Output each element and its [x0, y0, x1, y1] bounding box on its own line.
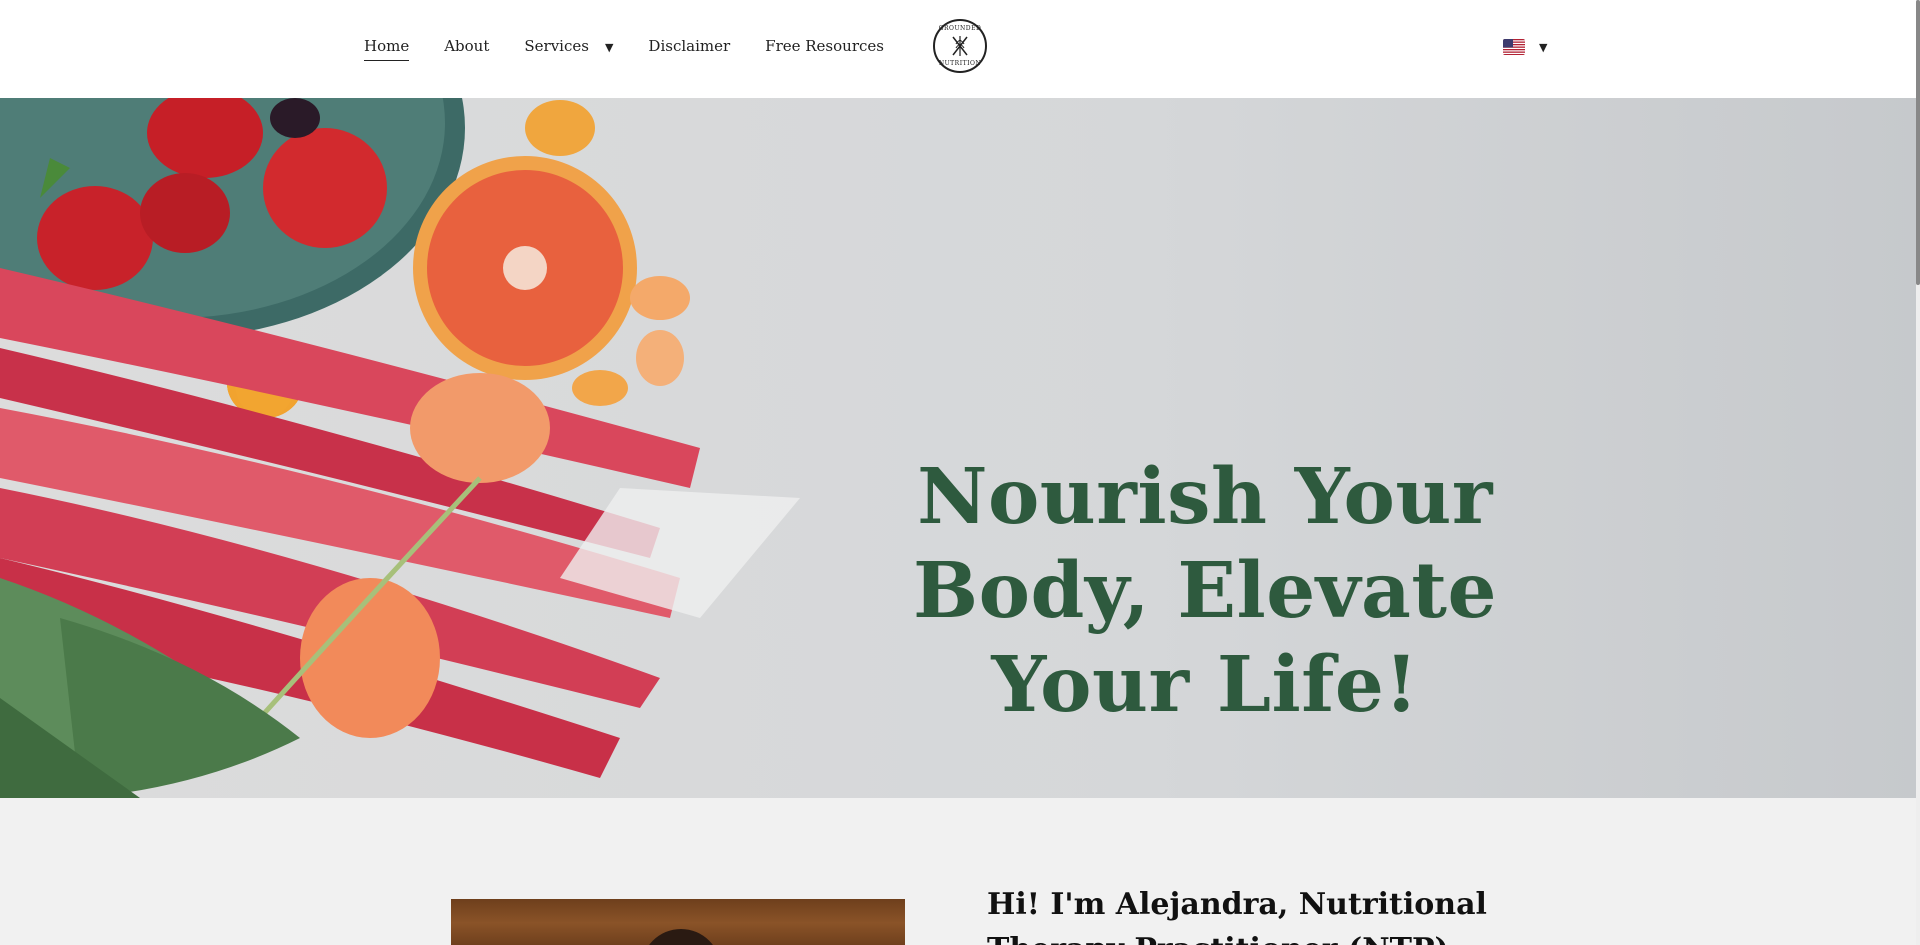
nav-free-resources[interactable]: Free Resources — [765, 37, 884, 55]
site-header: Home About Services ▼ Disclaimer Free Res… — [0, 0, 1920, 98]
logo-bottom-text: NUTRITION — [938, 60, 982, 67]
hero-food-image — [0, 98, 800, 798]
nav-about[interactable]: About — [444, 37, 489, 55]
chevron-down-icon: ▼ — [604, 41, 614, 54]
language-selector[interactable]: ▼ — [1503, 39, 1547, 55]
chevron-down-icon: ▼ — [1539, 40, 1548, 54]
nav-disclaimer[interactable]: Disclaimer — [648, 37, 730, 55]
site-logo[interactable]: GROUNDED NUTRITION — [933, 19, 987, 73]
nav-services-label: Services — [524, 37, 589, 55]
us-flag-icon — [1503, 39, 1525, 55]
crossed-utensils-wheat-icon — [952, 36, 968, 56]
logo-top-text: GROUNDED — [938, 25, 982, 32]
page-scrollbar[interactable] — [1916, 0, 1920, 945]
about-section: Hi! I'm Alejandra, Nutritional Therapy P… — [0, 798, 1920, 945]
hero-title: Nourish Your Body, Elevate Your Life! — [913, 452, 1497, 730]
about-heading: Hi! I'm Alejandra, Nutritional Therapy P… — [987, 887, 1487, 945]
main-nav: Home About Services ▼ Disclaimer Free Res… — [364, 37, 919, 61]
nav-home[interactable]: Home — [364, 37, 410, 61]
hero-section: Nourish Your Body, Elevate Your Life! — [0, 98, 1920, 798]
nav-services[interactable]: Services ▼ — [524, 37, 613, 55]
portrait-image — [451, 899, 905, 945]
scrollbar-thumb[interactable] — [1916, 0, 1920, 285]
